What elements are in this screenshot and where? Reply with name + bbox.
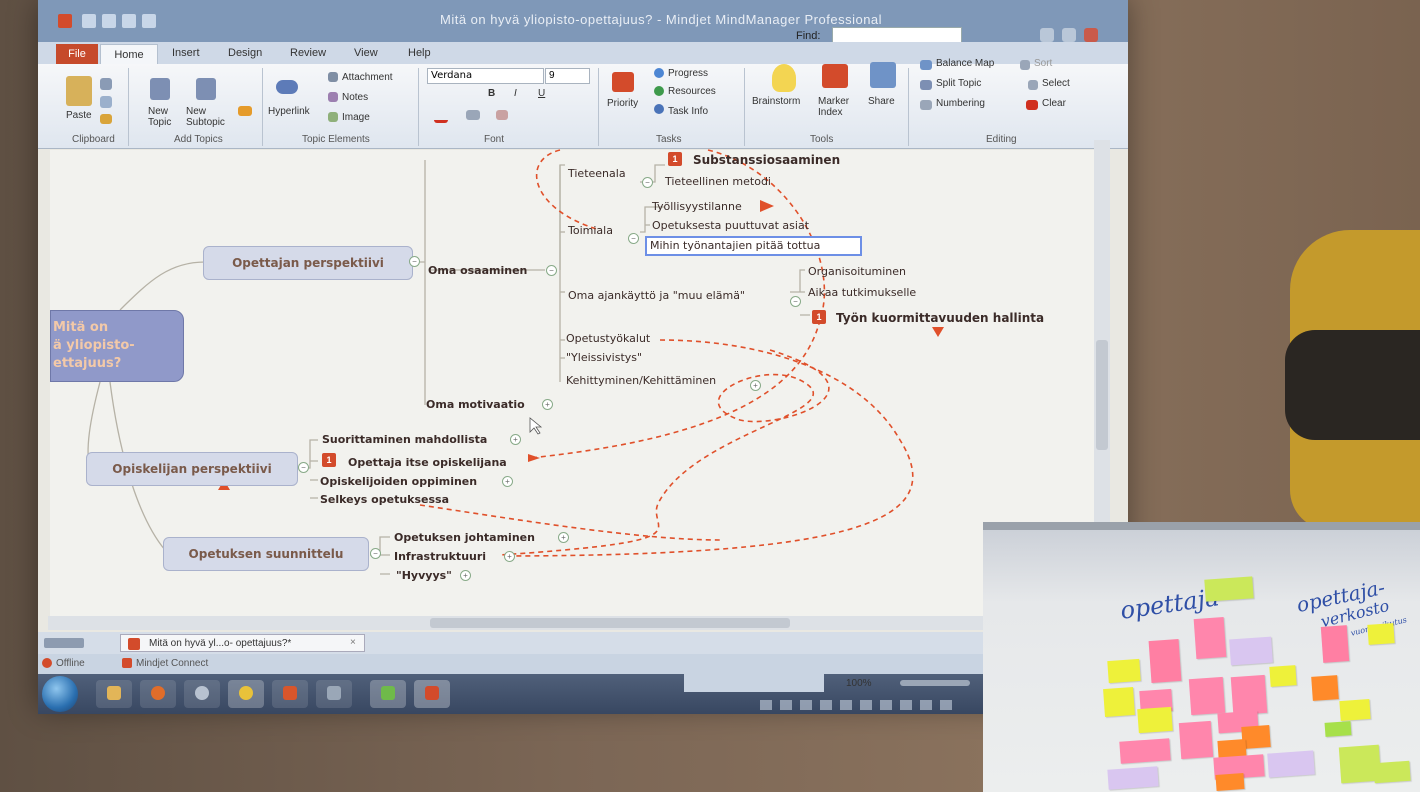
expand-toggle[interactable]: + xyxy=(558,532,569,543)
tab-nav-arrows-icon[interactable] xyxy=(44,638,84,648)
topic-toimiala[interactable]: Toimiala xyxy=(568,224,613,237)
central-topic[interactable]: Mitä on ä yliopisto- ettajuus? xyxy=(50,310,184,382)
collapse-toggle[interactable]: − xyxy=(642,177,653,188)
sticky-note xyxy=(1215,773,1245,791)
sticky-note xyxy=(1311,675,1339,701)
browser-icon xyxy=(151,686,165,700)
expand-toggle[interactable]: + xyxy=(542,399,553,410)
collapse-toggle[interactable]: − xyxy=(546,265,557,276)
expand-toggle[interactable]: + xyxy=(750,380,761,391)
topic-tieteenala[interactable]: Tieteenala xyxy=(568,167,626,180)
sticky-note xyxy=(1373,760,1411,784)
topic-opettaja-itse[interactable]: Opettaja itse opiskelijana xyxy=(348,456,507,469)
collapse-toggle[interactable]: − xyxy=(790,296,801,307)
sticky-note xyxy=(1324,721,1352,737)
sticky-note xyxy=(1367,623,1395,645)
sticky-note xyxy=(1148,639,1182,683)
sticky-note xyxy=(1204,576,1254,602)
priority-flag-icon: 1 xyxy=(322,453,336,467)
topic-selkeys[interactable]: Selkeys opetuksessa xyxy=(320,493,449,506)
topic-suorittaminen[interactable]: Suorittaminen mahdollista xyxy=(322,433,487,446)
media-icon xyxy=(195,686,209,700)
view-controls xyxy=(684,674,824,692)
collapse-toggle[interactable]: − xyxy=(409,256,420,267)
sticky-note xyxy=(1269,665,1297,687)
mindjet-connect-icon xyxy=(122,658,132,668)
sticky-note xyxy=(1320,625,1350,663)
offline-icon xyxy=(42,658,52,668)
sticky-note xyxy=(1339,698,1371,722)
sticky-note xyxy=(1229,636,1273,666)
central-topic-line: Mitä on xyxy=(53,320,109,335)
system-tray-icons[interactable] xyxy=(760,700,960,710)
sticky-note xyxy=(1103,686,1135,718)
expand-toggle[interactable]: + xyxy=(504,551,515,562)
map-file-icon xyxy=(128,638,140,650)
tool-icon xyxy=(327,686,341,700)
document-tab[interactable]: Mitä on hyvä yl...o- opettajuus?* xyxy=(120,634,365,652)
sticky-note xyxy=(1193,617,1227,659)
topic-tieteellinen-metodi[interactable]: Tieteellinen metodi xyxy=(665,175,771,188)
zoom-slider[interactable] xyxy=(900,680,970,686)
collapse-toggle[interactable]: − xyxy=(370,548,381,559)
vertical-scroll-thumb[interactable] xyxy=(1096,340,1108,450)
sticky-note xyxy=(1119,738,1171,764)
topic-tyon-kuormittavuuden[interactable]: Työn kuormittavuuden hallinta xyxy=(836,311,1044,325)
topic-aikaa-tutkimukselle[interactable]: Aikaa tutkimukselle xyxy=(808,286,916,299)
whiteboard-frame xyxy=(983,522,1420,530)
sticky-note xyxy=(1107,766,1159,790)
folder-icon xyxy=(107,686,121,700)
central-topic-line: ettajuus? xyxy=(53,356,122,371)
sticky-note xyxy=(1137,706,1173,734)
expand-toggle[interactable]: + xyxy=(460,570,471,581)
topic-opetuksesta-puuttuvat[interactable]: Opetuksesta puuttuvat asiat xyxy=(652,219,809,232)
topic-infrastruktuuri[interactable]: Infrastruktuuri xyxy=(394,550,486,563)
sticky-note xyxy=(1107,658,1141,684)
topic-oma-ajankaytto[interactable]: Oma ajankäyttö ja "muu elämä" xyxy=(568,289,745,302)
chrome-icon xyxy=(239,686,253,700)
mindjet-connect-status[interactable]: Mindjet Connect xyxy=(136,658,208,669)
topic-oma-osaaminen[interactable]: Oma osaaminen xyxy=(428,264,527,277)
mindmanager-icon xyxy=(425,686,439,700)
priority-flag-icon: 1 xyxy=(668,152,682,166)
topic-opetustyokalut[interactable]: Opetustyökalut xyxy=(566,332,650,345)
expand-toggle[interactable]: + xyxy=(510,434,521,445)
sticky-note xyxy=(1230,674,1268,716)
main-topic-suunnittelu[interactable]: Opetuksen suunnittelu xyxy=(163,537,369,571)
office-icon xyxy=(283,686,297,700)
horizontal-scroll-thumb[interactable] xyxy=(430,618,790,628)
topic-organisoituminen[interactable]: Organisoituminen xyxy=(808,265,906,278)
main-topic-opiskelijan[interactable]: Opiskelijan perspektiivi xyxy=(86,452,298,486)
close-tab-icon[interactable]: × xyxy=(350,638,358,648)
zoom-level[interactable]: 100% xyxy=(846,678,872,689)
expand-toggle[interactable]: + xyxy=(502,476,513,487)
sticky-note xyxy=(1267,750,1315,778)
topic-substanssiosaaminen[interactable]: Substanssiosaaminen xyxy=(693,153,840,167)
main-topic-opettajan[interactable]: Opettajan perspektiivi xyxy=(203,246,413,280)
topic-opiskelijoiden[interactable]: Opiskelijoiden oppiminen xyxy=(320,475,477,488)
topic-hyvyys[interactable]: "Hyvyys" xyxy=(396,569,452,582)
collapse-toggle[interactable]: − xyxy=(298,462,309,473)
green-app-icon xyxy=(381,686,395,700)
topic-mihin-tyonantajien[interactable]: Mihin työnantajien pitää tottua xyxy=(650,239,820,252)
topic-tyollisyystilanne[interactable]: Työllisyystilanne xyxy=(652,200,742,213)
topic-johtaminen[interactable]: Opetuksen johtaminen xyxy=(394,531,535,544)
sticky-note xyxy=(1188,676,1226,716)
central-topic-line: ä yliopisto- xyxy=(53,338,135,353)
start-button-icon[interactable] xyxy=(42,676,78,712)
priority-flag-icon: 1 xyxy=(812,310,826,324)
collapse-toggle[interactable]: − xyxy=(628,233,639,244)
offline-status[interactable]: Offline xyxy=(56,658,85,669)
topic-yleissivistys[interactable]: "Yleissivistys" xyxy=(566,351,642,364)
sticky-note xyxy=(1178,720,1214,760)
topic-kehittyminen[interactable]: Kehittyminen/Kehittäminen xyxy=(566,374,716,387)
topic-oma-motivaatio[interactable]: Oma motivaatio xyxy=(426,398,525,411)
